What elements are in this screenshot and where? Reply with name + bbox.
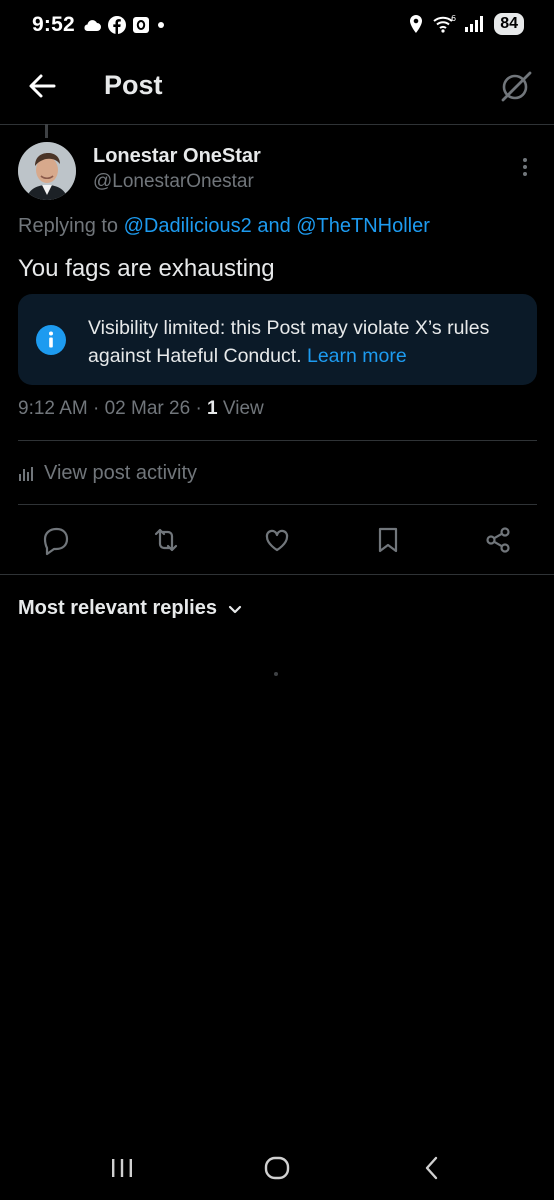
- user-handle[interactable]: @LonestarOnestar: [93, 171, 254, 193]
- views-count: 1: [207, 398, 218, 419]
- analytics-icon: [19, 466, 33, 481]
- signal-icon: [465, 16, 484, 32]
- reply-icon[interactable]: [36, 520, 76, 560]
- home-icon[interactable]: [262, 1154, 292, 1182]
- facebook-icon: [108, 16, 126, 34]
- chevron-down-icon: [228, 605, 242, 613]
- svg-text:6: 6: [451, 14, 456, 23]
- back-arrow-icon[interactable]: [24, 68, 60, 104]
- action-bar: [0, 520, 554, 560]
- dot-icon: [158, 22, 164, 28]
- battery-indicator: 84: [494, 13, 524, 35]
- status-time: 9:52: [32, 13, 75, 36]
- separator: ·: [93, 398, 100, 419]
- recent-apps-icon[interactable]: [108, 1156, 136, 1180]
- replies-sort-dropdown[interactable]: Most relevant replies: [18, 597, 243, 620]
- system-icons: 6 84: [408, 12, 524, 36]
- bookmark-icon[interactable]: [368, 520, 408, 560]
- replies-sort-label: Most relevant replies: [18, 597, 217, 619]
- divider: [18, 440, 537, 441]
- avatar-image: [18, 142, 76, 200]
- activity-label: View post activity: [44, 462, 198, 484]
- status-bar: 9:52 6 84: [0, 0, 554, 52]
- display-name[interactable]: Lonestar OneStar: [93, 145, 261, 168]
- loading-indicator: [274, 672, 278, 676]
- post-date: 02 Mar 26: [104, 398, 191, 419]
- like-icon[interactable]: [257, 520, 297, 560]
- replying-prefix: Replying to: [18, 215, 119, 237]
- visibility-notice: Visibility limited: this Post may violat…: [18, 294, 537, 385]
- wifi-icon: 6: [433, 14, 456, 33]
- replying-to-users-link[interactable]: @Dadilicious2 and @TheTNHoller: [124, 215, 430, 237]
- grok-icon[interactable]: [498, 68, 534, 104]
- notice-message: Visibility limited: this Post may violat…: [88, 317, 490, 367]
- notice-text: Visibility limited: this Post may violat…: [88, 314, 518, 370]
- avatar[interactable]: [18, 142, 76, 200]
- divider: [0, 574, 554, 575]
- post-text: You fags are exhausting: [18, 255, 275, 282]
- more-options-icon[interactable]: [518, 156, 532, 178]
- post-time: 9:12 AM: [18, 398, 88, 419]
- page-title: Post: [104, 70, 163, 100]
- repost-icon[interactable]: [146, 520, 186, 560]
- info-icon: [36, 325, 66, 355]
- view-post-activity[interactable]: View post activity: [18, 462, 197, 485]
- outlook-icon: [133, 17, 149, 33]
- system-navigation-bar: [0, 1140, 554, 1200]
- learn-more-link[interactable]: Learn more: [307, 345, 407, 367]
- views-label: View: [222, 398, 264, 419]
- notification-icons: [82, 14, 166, 36]
- system-back-icon[interactable]: [420, 1154, 444, 1182]
- separator: ·: [195, 398, 202, 419]
- top-app-bar: Post: [0, 52, 554, 125]
- post-metadata: 9:12 AM · 02 Mar 26 · 1 View: [18, 398, 264, 420]
- replying-to: Replying to @Dadilicious2 and @TheTNHoll…: [18, 215, 430, 238]
- share-icon[interactable]: [478, 520, 518, 560]
- thread-connector: [45, 124, 48, 138]
- cloud-icon: [84, 20, 101, 31]
- divider: [18, 504, 537, 505]
- location-icon: [410, 15, 423, 33]
